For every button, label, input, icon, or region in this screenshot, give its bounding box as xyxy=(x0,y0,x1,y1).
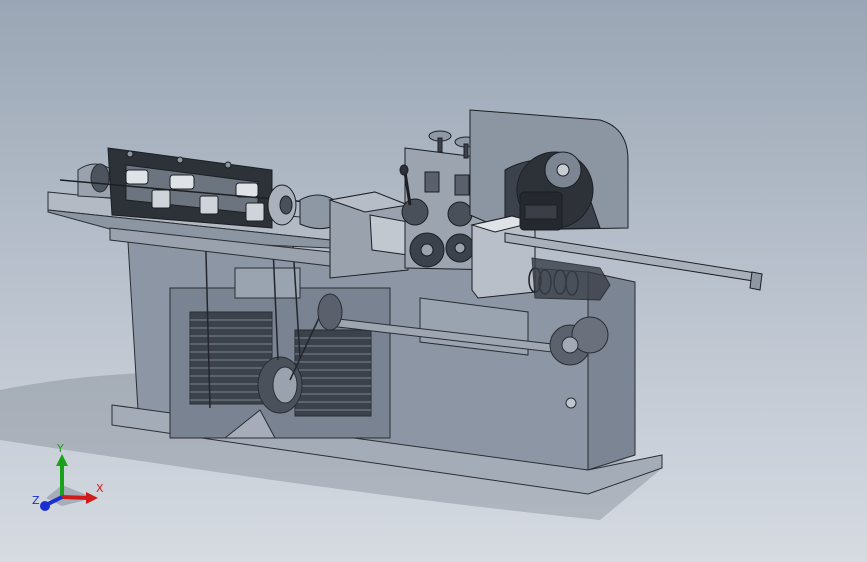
z-axis-label: Z xyxy=(32,494,40,507)
z-axis-arrow xyxy=(40,501,50,511)
wire-guide-pulley[interactable] xyxy=(267,184,335,230)
adjustment-knob-left[interactable] xyxy=(428,130,452,153)
y-axis-arrow xyxy=(56,454,68,466)
axis-triad: Y X Z xyxy=(32,442,104,511)
left-bearing-block[interactable] xyxy=(77,163,113,199)
coil-support xyxy=(531,257,611,301)
graphics-viewport[interactable]: Y X Z xyxy=(0,0,867,562)
vent-grille-right xyxy=(294,329,372,417)
machine-model[interactable] xyxy=(0,0,867,562)
feed-housing[interactable] xyxy=(328,191,410,279)
y-axis-label: Y xyxy=(56,442,64,455)
x-axis-label: X xyxy=(96,482,104,495)
drive-pulley[interactable] xyxy=(257,356,303,414)
x-axis-line xyxy=(61,495,91,500)
